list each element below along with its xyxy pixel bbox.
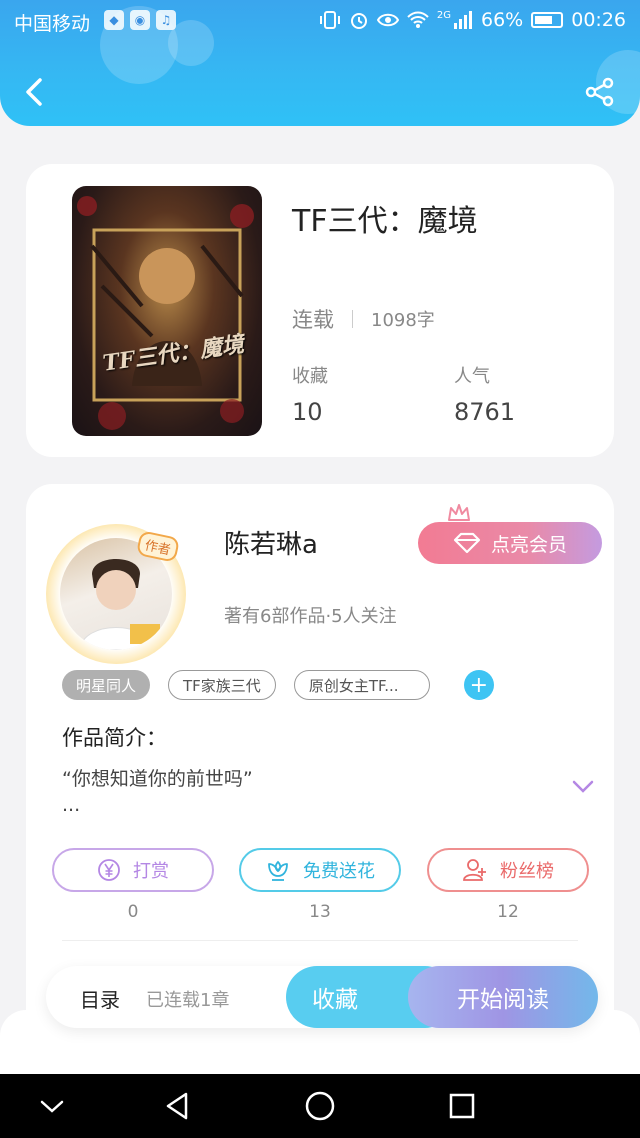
wifi-icon (407, 11, 429, 28)
alarm-icon (350, 13, 367, 29)
vip-button-label: 点亮会员 (490, 533, 567, 556)
flower-count: 13 (309, 902, 331, 922)
fans-icon (463, 859, 486, 881)
intro-text-line: “你想知道你的前世吗” (62, 768, 253, 790)
add-tag-button[interactable]: + (463, 670, 494, 700)
vibrate-icon (319, 11, 340, 29)
share-button[interactable] (584, 76, 616, 108)
flower-label: 免费送花 (303, 861, 375, 882)
tag-item[interactable]: TF家族三代 (168, 670, 276, 700)
popularity-label: 人气 (454, 366, 490, 387)
book-cover[interactable]: TF三代：魔境 (72, 186, 262, 436)
book-title: TF三代：魔境 (292, 204, 478, 239)
vip-button[interactable]: 点亮会员 (418, 522, 602, 564)
back-button[interactable] (22, 76, 48, 108)
music-icon: ♫ (156, 10, 176, 30)
system-nav-bar (0, 1074, 640, 1138)
status-right: 2G 66% 00:26 (319, 9, 626, 31)
intro-text[interactable]: “你想知道你的前世吗” ... (62, 766, 253, 818)
flower-icon (268, 860, 288, 881)
tag-list: 明星同人 TF家族三代 原创女主TF... + (62, 670, 494, 700)
author-name[interactable]: 陈若琳a (224, 524, 318, 561)
interaction-buttons: 打赏 免费送花 粉丝榜 (52, 848, 592, 892)
diamond-icon (453, 532, 481, 554)
favorites-value: 10 (292, 398, 323, 426)
home-circle-icon[interactable] (304, 1090, 336, 1122)
eye-icon (376, 13, 399, 27)
battery-percent: 66% (481, 9, 524, 31)
shield-icon: ◆ (104, 10, 124, 30)
author-meta: 著有6部作品·5人关注 (224, 606, 397, 627)
divider (62, 940, 578, 941)
fans-label: 粉丝榜 (500, 861, 554, 882)
favorites-label: 收藏 (292, 366, 328, 387)
clock: 00:26 (571, 9, 626, 31)
intro-label: 作品简介： (62, 726, 167, 750)
intro-ellipsis: ... (62, 794, 81, 816)
bottom-action-bar: 目录 已连载1章 收藏 开始阅读 (46, 966, 598, 1028)
tag-item[interactable]: 原创女主TF... (293, 670, 430, 700)
book-status-row: 连载 1098字 (292, 304, 435, 334)
app-icon: ◉ (130, 10, 150, 30)
reward-label: 打赏 (133, 861, 169, 882)
chevron-down-icon[interactable] (36, 1090, 68, 1122)
battery-icon (531, 12, 564, 28)
free-flower-button[interactable]: 免费送花 (239, 848, 401, 892)
reward-count: 0 (127, 902, 139, 922)
popularity-value: 8761 (454, 398, 516, 426)
reward-button[interactable]: 打赏 (52, 848, 214, 892)
chevron-down-icon[interactable] (572, 780, 594, 794)
author-avatar[interactable]: 作者 (46, 524, 186, 664)
fans-count: 12 (497, 902, 519, 922)
status-bar: 中国移动 ◆ ◉ ♫ 2G 66% 00:26 (0, 0, 640, 44)
crown-icon (448, 504, 470, 521)
tag-item[interactable]: 明星同人 (62, 670, 151, 700)
word-count: 1098字 (371, 310, 435, 331)
start-reading-button[interactable]: 开始阅读 (408, 966, 598, 1028)
toc-button[interactable]: 目录 (80, 984, 120, 1013)
separator (352, 310, 353, 328)
recents-square-icon[interactable] (446, 1090, 478, 1122)
chapter-count: 已连载1章 (146, 990, 230, 1011)
header: 中国移动 ◆ ◉ ♫ 2G 66% 00:26 (0, 0, 640, 126)
carrier-label: 中国移动 (14, 13, 91, 35)
network-type: 2G (436, 9, 451, 21)
fans-ranking-button[interactable]: 粉丝榜 (427, 848, 589, 892)
signal-icon (454, 11, 472, 29)
cover-art (77, 196, 254, 430)
yen-coin-icon (98, 859, 120, 881)
back-triangle-icon[interactable] (162, 1090, 194, 1122)
notification-icons: ◆ ◉ ♫ (104, 10, 176, 30)
book-info-card: TF三代：魔境 TF三代：魔境 连载 1098字 收藏 10 人气 8761 (26, 164, 614, 457)
serial-status: 连载 (292, 308, 334, 332)
